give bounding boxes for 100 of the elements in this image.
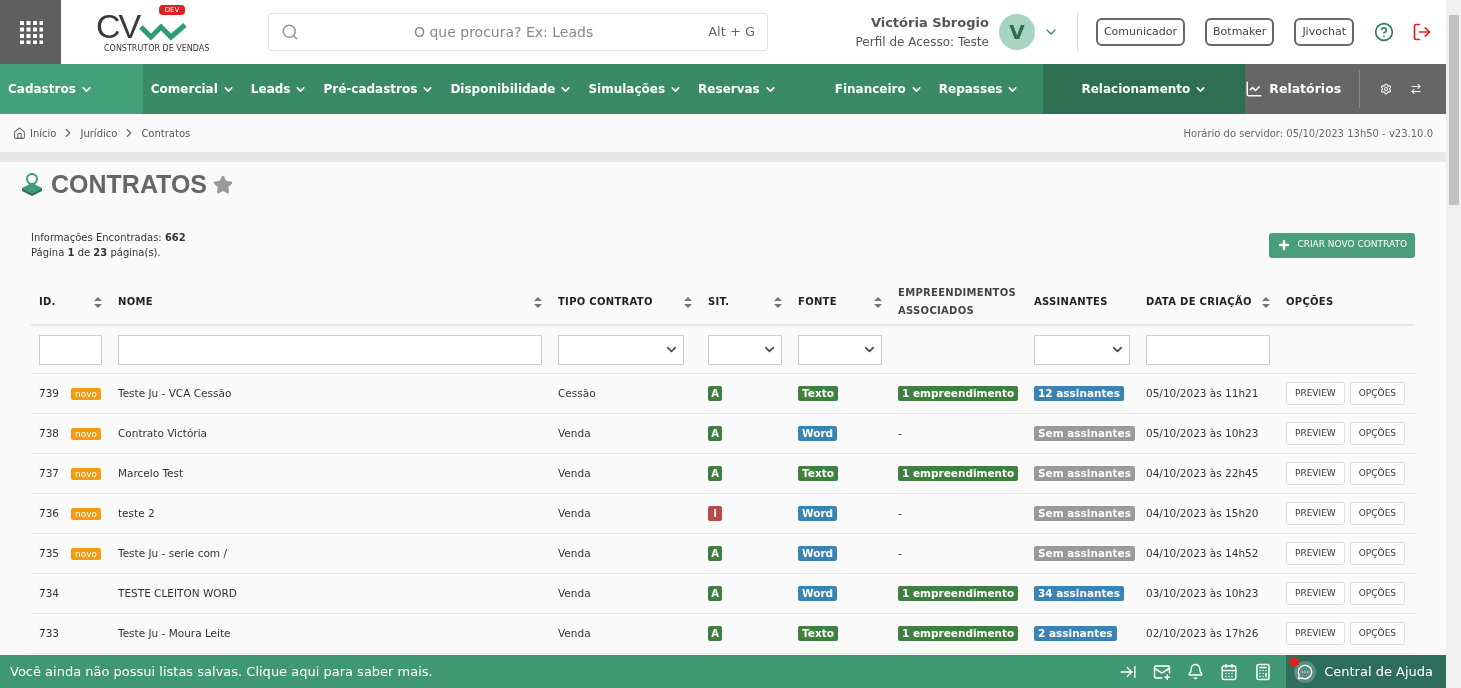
user-avatar[interactable]: V bbox=[998, 14, 1035, 50]
projects-cell: - bbox=[898, 546, 902, 559]
breadcrumb-link[interactable]: Jurídico bbox=[80, 125, 118, 141]
options-button[interactable]: OPÇÕES bbox=[1349, 422, 1406, 445]
bell-icon[interactable] bbox=[1187, 663, 1205, 680]
id-cell-text: 734 bbox=[39, 585, 60, 601]
status-tag: A bbox=[708, 585, 722, 601]
status-tag: A bbox=[708, 625, 722, 641]
nav-menu-item[interactable]: Financeiro bbox=[826, 64, 931, 114]
sort-icon[interactable] bbox=[534, 296, 542, 308]
breadcrumb-link[interactable]: Início bbox=[30, 125, 57, 141]
search-icon bbox=[281, 23, 299, 41]
options-button[interactable]: OPÇÕES bbox=[1349, 462, 1406, 485]
name-cell: TESTE CLEITON WORD bbox=[118, 586, 237, 599]
calendar-icon[interactable] bbox=[1220, 662, 1239, 681]
nav-menu-item[interactable]: Simulações bbox=[580, 64, 691, 114]
source-tag: Word bbox=[798, 425, 838, 441]
signers-tag: Sem assinantes bbox=[1034, 505, 1135, 521]
date-cell: 04/10/2023 às 14h52 bbox=[1146, 546, 1259, 559]
preview-button[interactable]: PREVIEW bbox=[1286, 622, 1345, 645]
breadcrumb-link[interactable]: Contratos bbox=[141, 125, 191, 141]
preview-button[interactable]: PREVIEW bbox=[1286, 502, 1345, 525]
nav-menu-item[interactable]: Reservas bbox=[690, 64, 827, 114]
type-cell: Venda bbox=[558, 426, 591, 439]
nav-menu-item[interactable]: Relacionamento bbox=[1043, 64, 1246, 114]
options-button[interactable]: OPÇÕES bbox=[1349, 622, 1406, 645]
preview-button[interactable]: PREVIEW bbox=[1286, 582, 1345, 605]
source-tag: Texto bbox=[798, 625, 838, 641]
filter-input[interactable] bbox=[118, 334, 542, 365]
projects-tag: 1 empreendimento bbox=[898, 585, 1019, 601]
column-header[interactable]: DATA DE CRIAÇÃO bbox=[1146, 293, 1252, 311]
column-header[interactable]: FONTE bbox=[798, 293, 837, 311]
header-button[interactable]: Comunicador bbox=[1095, 18, 1186, 46]
chat-icon bbox=[1297, 663, 1314, 680]
type-cell: Venda bbox=[558, 626, 591, 639]
source-tag: Word bbox=[798, 505, 838, 521]
nav-menu-item[interactable]: Disponibilidade bbox=[442, 64, 581, 114]
options-button[interactable]: OPÇÕES bbox=[1349, 542, 1406, 565]
header-button[interactable]: Jivochat bbox=[1294, 18, 1354, 46]
signers-tag: 2 assinantes bbox=[1034, 625, 1117, 641]
type-cell: Venda bbox=[558, 466, 591, 479]
nav-menu-item[interactable]: Comercial bbox=[142, 64, 243, 114]
search-field[interactable]: O que procura? Ex: Leads Alt + G bbox=[268, 13, 768, 51]
column-header[interactable]: SIT. bbox=[708, 293, 730, 311]
column-header[interactable]: NOME bbox=[118, 293, 153, 311]
options-button[interactable]: OPÇÕES bbox=[1349, 582, 1406, 605]
nav-menu-item[interactable]: Repasses bbox=[930, 64, 1044, 114]
preview-button[interactable]: PREVIEW bbox=[1286, 422, 1345, 445]
signers-tag: Sem assinantes bbox=[1034, 425, 1135, 441]
help-icon[interactable] bbox=[1374, 22, 1394, 42]
logo-letters: CV bbox=[96, 9, 140, 43]
page-title: CONTRATOS bbox=[51, 169, 208, 201]
apps-grid-icon[interactable] bbox=[0, 0, 61, 64]
options-button[interactable]: OPÇÕES bbox=[1349, 382, 1406, 405]
new-tag: novo bbox=[70, 467, 101, 480]
favorite-star-icon[interactable] bbox=[213, 175, 234, 195]
signers-tag: Sem assinantes bbox=[1034, 545, 1135, 561]
signers-tag: 12 assinantes bbox=[1034, 385, 1124, 401]
user-profile: Perfil de Acesso: Teste bbox=[855, 33, 989, 51]
line-chart-icon bbox=[1245, 80, 1264, 98]
results-count: Informações Encontradas: 662 bbox=[31, 231, 186, 245]
settings-icon[interactable] bbox=[1379, 80, 1392, 98]
type-cell: Cessão bbox=[558, 386, 596, 399]
type-cell: Venda bbox=[558, 586, 591, 599]
preview-button[interactable]: PREVIEW bbox=[1286, 382, 1345, 405]
header-button[interactable]: Botmaker bbox=[1205, 18, 1275, 46]
date-cell: 03/10/2023 às 10h23 bbox=[1146, 586, 1259, 599]
sort-icon[interactable] bbox=[874, 296, 882, 308]
new-tag: novo bbox=[70, 507, 101, 520]
filter-input[interactable] bbox=[1146, 334, 1270, 365]
sort-icon[interactable] bbox=[774, 296, 782, 308]
logout-icon[interactable] bbox=[1412, 22, 1432, 42]
projects-tag: 1 empreendimento bbox=[898, 625, 1019, 641]
preview-button[interactable]: PREVIEW bbox=[1286, 542, 1345, 565]
nav-menu-item[interactable]: Leads bbox=[242, 64, 316, 114]
column-header[interactable]: TIPO CONTRATO bbox=[558, 293, 653, 311]
options-button[interactable]: OPÇÕES bbox=[1349, 502, 1406, 525]
projects-cell: - bbox=[898, 426, 902, 439]
saved-lists-message[interactable]: Você ainda não possui listas salvas. Clique aqui para saber mais. bbox=[10, 661, 433, 682]
help-center-button[interactable]: Central de Ajuda bbox=[1286, 655, 1446, 688]
column-header: EMPREENDIMENTOS ASSOCIADOS bbox=[898, 286, 1018, 318]
filter-input[interactable] bbox=[39, 334, 102, 365]
signers-tag: 34 assinantes bbox=[1034, 585, 1124, 601]
date-cell: 04/10/2023 às 22h45 bbox=[1146, 466, 1259, 479]
sort-icon[interactable] bbox=[1262, 296, 1270, 308]
calculator-icon[interactable] bbox=[1254, 662, 1273, 681]
scrollbar[interactable] bbox=[1446, 0, 1461, 688]
projects-tag: 1 empreendimento bbox=[898, 385, 1019, 401]
sort-icon[interactable] bbox=[94, 296, 102, 308]
mail-icon[interactable] bbox=[1153, 662, 1172, 681]
column-header[interactable]: ID. bbox=[39, 293, 56, 311]
sort-icon[interactable] bbox=[684, 296, 692, 308]
reports-link[interactable]: Relatórios bbox=[1245, 64, 1360, 114]
signers-tag: Sem assinantes bbox=[1034, 465, 1135, 481]
nav-menu-item[interactable]: Pré-cadastros bbox=[315, 64, 443, 114]
name-cell: Teste Ju - Moura Leite bbox=[118, 626, 231, 639]
plus-icon bbox=[1277, 238, 1292, 252]
status-tag: A bbox=[708, 545, 722, 561]
pagination-info: Página 1 de 23 página(s). bbox=[31, 246, 162, 260]
preview-button[interactable]: PREVIEW bbox=[1286, 462, 1345, 485]
